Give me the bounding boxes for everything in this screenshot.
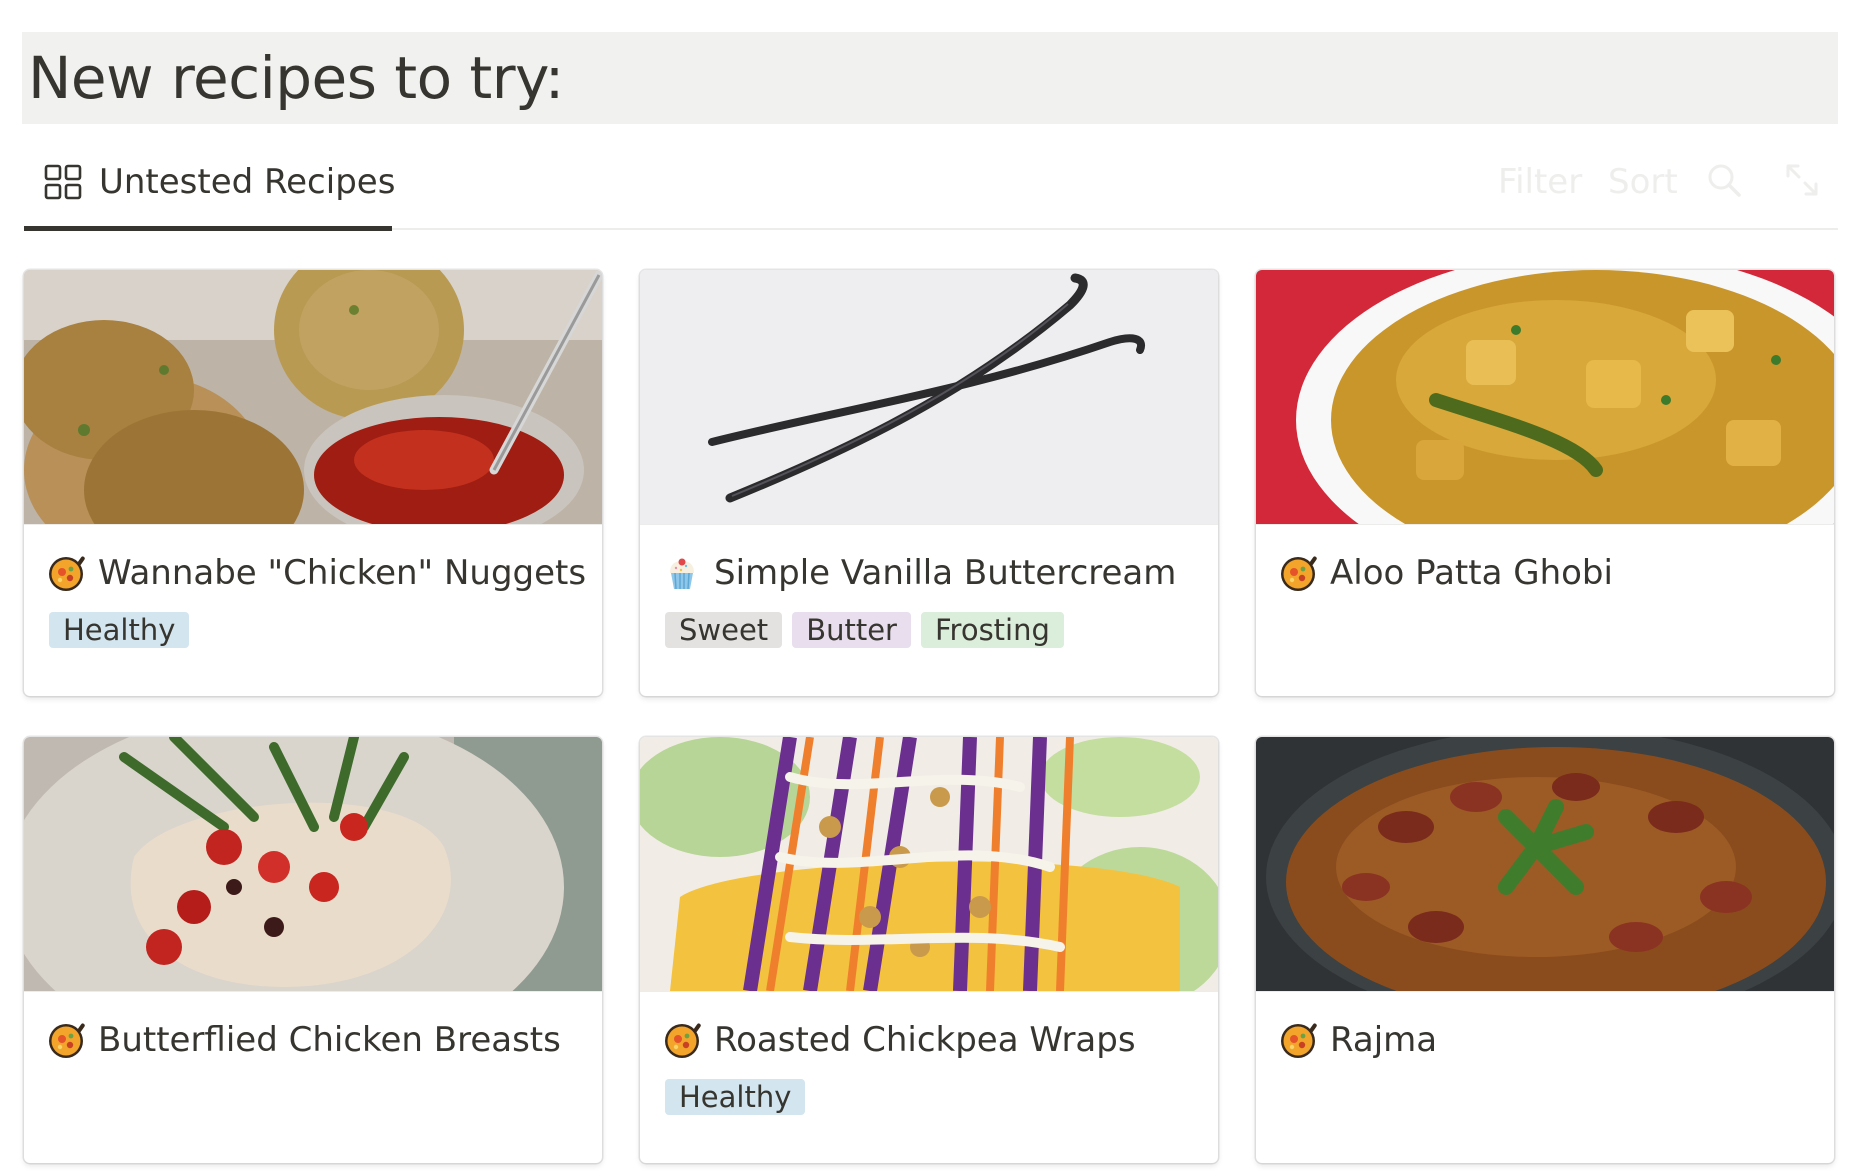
- tag-healthy: Healthy: [665, 1079, 806, 1115]
- cover-divider: [24, 524, 602, 525]
- recipe-card[interactable]: Aloo Patta Ghobi: [1256, 270, 1834, 696]
- tab-untested-recipes[interactable]: Untested Recipes: [24, 150, 396, 231]
- recipe-card[interactable]: Simple Vanilla Buttercream Sweet Butter Fr…: [640, 270, 1218, 696]
- paella-emoji-icon: [1278, 1020, 1318, 1060]
- card-title: Aloo Patta Ghobi: [1278, 551, 1824, 597]
- card-cover-image: [24, 270, 602, 524]
- paella-emoji-icon: [46, 1020, 86, 1060]
- card-tags: Sweet Butter Frosting: [665, 612, 1074, 650]
- recipe-card[interactable]: Rajma: [1256, 737, 1834, 1163]
- tab-label: Untested Recipes: [99, 162, 396, 202]
- card-title-text: Aloo Patta Ghobi: [1330, 553, 1613, 593]
- card-cover-image: [1256, 737, 1834, 991]
- card-title: Butterflied Chicken Breasts: [46, 1018, 592, 1064]
- cover-divider: [640, 524, 1218, 525]
- cupcake-emoji-icon: [662, 553, 702, 593]
- tag-sweet: Sweet: [665, 612, 783, 648]
- recipe-card[interactable]: Roasted Chickpea Wraps Healthy: [640, 737, 1218, 1163]
- card-title-text: Butterflied Chicken Breasts: [98, 1020, 561, 1060]
- card-title: Wannabe "Chicken" Nuggets: [46, 551, 592, 597]
- card-cover-image: [24, 737, 602, 991]
- card-tags: Healthy: [49, 612, 199, 650]
- card-title-text: Simple Vanilla Buttercream: [714, 553, 1177, 593]
- tag-frosting: Frosting: [920, 612, 1064, 648]
- page-heading: New recipes to try:: [28, 44, 564, 112]
- search-icon[interactable]: [1704, 160, 1744, 200]
- card-cover-image: [640, 270, 1218, 524]
- expand-icon[interactable]: [1782, 160, 1822, 200]
- paella-emoji-icon: [662, 1020, 702, 1060]
- paella-emoji-icon: [46, 553, 86, 593]
- page: New recipes to try: Untested Recipes Fil…: [0, 0, 1855, 1172]
- card-title-text: Wannabe "Chicken" Nuggets: [98, 553, 587, 593]
- tag-butter: Butter: [792, 612, 911, 648]
- tag-healthy: Healthy: [49, 612, 190, 648]
- gallery-view-icon: [44, 164, 82, 200]
- cover-divider: [640, 991, 1218, 992]
- card-tags: Healthy: [665, 1079, 815, 1117]
- card-cover-image: [640, 737, 1218, 991]
- heading-block[interactable]: New recipes to try:: [22, 32, 1838, 124]
- recipe-card[interactable]: Butterflied Chicken Breasts: [24, 737, 602, 1163]
- card-title: Roasted Chickpea Wraps: [662, 1018, 1208, 1064]
- paella-emoji-icon: [1278, 553, 1318, 593]
- card-title-text: Roasted Chickpea Wraps: [714, 1020, 1136, 1060]
- database-view-bar: Untested Recipes Filter Sort: [24, 150, 1838, 231]
- card-title: Rajma: [1278, 1018, 1824, 1064]
- recipe-card[interactable]: Wannabe "Chicken" Nuggets Healthy: [24, 270, 602, 696]
- card-title: Simple Vanilla Buttercream: [662, 551, 1208, 597]
- cover-divider: [1256, 991, 1834, 992]
- cover-divider: [1256, 524, 1834, 525]
- card-cover-image: [1256, 270, 1834, 524]
- sort-button[interactable]: Sort: [1608, 162, 1678, 202]
- cover-divider: [24, 991, 602, 992]
- card-title-text: Rajma: [1330, 1020, 1438, 1060]
- filter-button[interactable]: Filter: [1498, 162, 1582, 202]
- active-tab-indicator: [24, 226, 392, 231]
